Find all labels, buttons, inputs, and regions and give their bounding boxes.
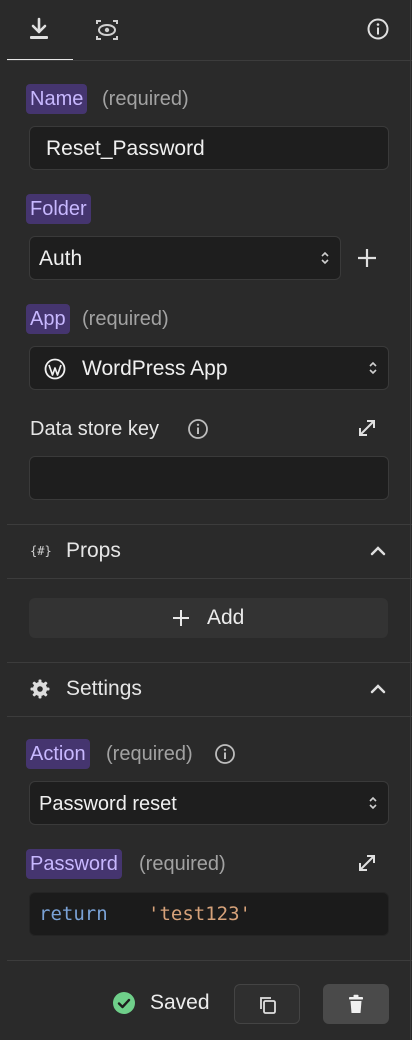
chevron-updown-icon: [321, 251, 329, 265]
data-store-key-label: Data store key: [30, 418, 159, 440]
panel-edge: [410, 0, 411, 1040]
header-divider: [7, 60, 412, 61]
settings-divider-top: [7, 662, 412, 663]
chevron-up-icon[interactable]: [368, 541, 388, 561]
trash-icon: [349, 994, 363, 1013]
action-info-icon[interactable]: [214, 743, 236, 765]
action-value: Password reset: [39, 793, 177, 815]
plus-icon: [173, 610, 189, 626]
settings-divider: [7, 716, 412, 717]
add-prop-button[interactable]: Add: [29, 598, 388, 638]
app-select[interactable]: WordPress App: [29, 346, 389, 390]
duplicate-button[interactable]: [234, 984, 300, 1024]
props-divider-top: [7, 524, 412, 525]
name-label: Name: [26, 84, 88, 114]
download-icon[interactable]: [27, 16, 51, 42]
password-label: Password: [26, 849, 122, 879]
saved-status: Saved: [150, 991, 210, 1014]
eye-code-icon[interactable]: [94, 17, 120, 43]
props-icon: {#}: [30, 544, 52, 558]
password-required: (required): [139, 853, 226, 875]
name-input[interactable]: Reset_Password: [29, 126, 389, 170]
info-icon[interactable]: [366, 17, 390, 41]
folder-value: Auth: [39, 247, 83, 270]
expand-icon[interactable]: [356, 852, 378, 874]
app-value: WordPress App: [82, 357, 228, 380]
add-label: Add: [207, 606, 245, 629]
app-label: App: [26, 304, 70, 334]
props-divider: [7, 578, 412, 579]
footer-divider: [7, 960, 412, 961]
props-title: Props: [66, 539, 121, 562]
action-select[interactable]: Password reset: [29, 781, 389, 825]
data-store-key-input[interactable]: [29, 456, 389, 500]
folder-label: Folder: [26, 194, 91, 224]
check-circle-icon: [113, 992, 135, 1014]
wordpress-icon: [44, 358, 66, 380]
chevron-updown-icon: [369, 361, 377, 375]
name-value: Reset_Password: [46, 137, 205, 160]
action-required: (required): [106, 743, 193, 765]
chevron-updown-icon: [369, 796, 377, 810]
name-required: (required): [102, 88, 189, 110]
folder-select[interactable]: Auth: [29, 236, 341, 280]
expand-icon[interactable]: [356, 417, 378, 439]
data-store-info-icon[interactable]: [187, 418, 209, 440]
action-label: Action: [26, 739, 90, 769]
code-string: 'test123': [148, 903, 251, 925]
code-keyword: return: [39, 903, 108, 925]
settings-title: Settings: [66, 677, 142, 700]
password-code-editor[interactable]: return 'test123': [29, 892, 389, 936]
add-folder-icon[interactable]: [356, 247, 378, 269]
gear-icon: [30, 679, 50, 699]
copy-icon: [260, 997, 276, 1014]
chevron-up-icon[interactable]: [368, 679, 388, 699]
app-required: (required): [82, 308, 169, 330]
delete-button[interactable]: [323, 984, 389, 1024]
